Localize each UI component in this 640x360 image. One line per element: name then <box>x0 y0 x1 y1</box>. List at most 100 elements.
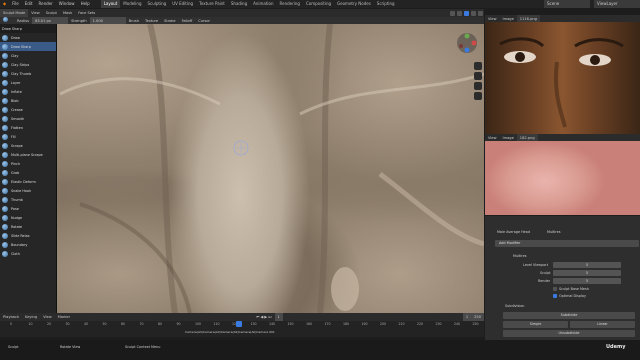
menu-view-timeline[interactable]: View <box>40 313 55 321</box>
marker[interactable]: Camera(All) <box>185 330 203 334</box>
brush-label: Cloth <box>11 251 20 256</box>
sculpt-base-mesh-checkbox[interactable] <box>553 287 557 291</box>
tab-scripting[interactable]: Scripting <box>374 0 398 8</box>
brush-icon <box>2 61 8 68</box>
render-level-field[interactable]: 5 <box>553 278 621 284</box>
scene-selector[interactable]: Scene <box>544 0 590 8</box>
brush-item[interactable]: Clay <box>0 51 56 60</box>
brush-icon <box>2 178 8 185</box>
timeline-tick: 190 <box>361 322 368 326</box>
subdivision-section[interactable]: Subdivision <box>505 304 524 308</box>
pan-hand-icon[interactable] <box>474 72 482 80</box>
shading-rendered-icon[interactable] <box>478 10 483 16</box>
brush-label: Crease <box>11 107 23 112</box>
brush-label: Flatten <box>11 125 23 130</box>
brush-item[interactable]: Flatten <box>0 123 56 132</box>
brush-item[interactable]: Slide Relax <box>0 231 56 240</box>
zoom-icon[interactable] <box>474 62 482 70</box>
menu-help[interactable]: Help <box>78 0 93 8</box>
grid-icon[interactable] <box>474 92 482 100</box>
simple-button[interactable]: Simple <box>503 321 568 328</box>
marker[interactable]: Camera(All) <box>239 330 257 334</box>
current-frame-field[interactable]: 1 <box>274 313 283 321</box>
tab-layout[interactable]: Layout <box>100 0 121 8</box>
brush-item[interactable]: Pinch <box>0 159 56 168</box>
end-frame-field[interactable]: 250 <box>471 313 484 321</box>
tab-uv-editing[interactable]: UV Editing <box>169 0 196 8</box>
timeline-tick: 150 <box>287 322 294 326</box>
brush-item[interactable]: Nudge <box>0 213 56 222</box>
level-viewport-field[interactable]: 5 <box>553 262 621 268</box>
brush-item[interactable]: Scrape <box>0 141 56 150</box>
timeline-area[interactable]: 0102030405060708090100110120130140150160… <box>0 321 484 337</box>
unsubdivide-button[interactable]: Unsubdivide <box>503 330 635 337</box>
menu-render[interactable]: Render <box>36 0 56 8</box>
brush-item[interactable]: Pose <box>0 204 56 213</box>
menu-file[interactable]: File <box>9 0 22 8</box>
menu-marker[interactable]: Marker <box>55 313 73 321</box>
tab-rendering[interactable]: Rendering <box>277 0 303 8</box>
overlay-icon[interactable] <box>450 10 455 16</box>
brush-item[interactable]: Cloth <box>0 249 56 258</box>
properties-panel: Male Average Head Multires Add Modifier … <box>485 216 640 340</box>
brush-item[interactable]: Layer <box>0 78 56 87</box>
brush-item[interactable]: Rotate <box>0 222 56 231</box>
blender-logo-icon[interactable]: ◆ <box>0 0 9 8</box>
marker[interactable]: Camera(All) <box>221 330 239 334</box>
marker[interactable]: Camera(All) <box>203 330 221 334</box>
brush-item[interactable]: Grab <box>0 168 56 177</box>
modifier-breadcrumb: Multires <box>547 230 561 234</box>
brush-item[interactable]: Clay Strips <box>0 60 56 69</box>
tab-shading[interactable]: Shading <box>228 0 250 8</box>
sculpt-level-field[interactable]: 5 <box>553 270 621 276</box>
subdivide-button[interactable]: Subdivide <box>503 312 635 319</box>
tab-texture-paint[interactable]: Texture Paint <box>196 0 228 8</box>
tab-compositing[interactable]: Compositing <box>303 0 334 8</box>
linear-button[interactable]: Linear <box>570 321 635 328</box>
timeline-tick: 200 <box>380 322 387 326</box>
3d-viewport[interactable] <box>0 24 484 314</box>
modifier-name[interactable]: Multires <box>513 254 526 258</box>
brush-item[interactable]: Blob <box>0 96 56 105</box>
menu-window[interactable]: Window <box>56 0 78 8</box>
start-frame-field[interactable]: 1 <box>462 313 472 321</box>
brush-item[interactable]: Clay Thumb <box>0 69 56 78</box>
tab-animation[interactable]: Animation <box>250 0 276 8</box>
view-layer-selector[interactable]: ViewLayer <box>594 0 640 8</box>
tab-sculpting[interactable]: Sculpting <box>145 0 170 8</box>
brush-item[interactable]: Fill <box>0 132 56 141</box>
brush-item[interactable]: Inflate <box>0 87 56 96</box>
camera-icon[interactable] <box>474 82 482 90</box>
brush-item[interactable]: Snake Hook <box>0 186 56 195</box>
brush-item[interactable]: Boundary <box>0 240 56 249</box>
brush-item[interactable]: Crease <box>0 105 56 114</box>
tab-modeling[interactable]: Modeling <box>120 0 144 8</box>
xray-icon[interactable] <box>457 10 462 16</box>
reference-image-eyes[interactable] <box>485 22 640 134</box>
playhead[interactable] <box>236 321 242 327</box>
marker[interactable]: Camera 001 <box>256 330 274 334</box>
brush-item[interactable]: Elastic Deform <box>0 177 56 186</box>
brush-item[interactable]: Draw <box>0 33 56 42</box>
timeline-tick: 210 <box>398 322 405 326</box>
brush-icon <box>2 151 8 158</box>
brush-item[interactable]: Multi-plane Scrape <box>0 150 56 159</box>
navigation-gizmo[interactable] <box>456 32 478 54</box>
brush-item[interactable]: Draw Sharp <box>0 42 56 51</box>
shading-material-icon[interactable] <box>471 10 476 16</box>
shading-solid-icon[interactable] <box>464 10 469 16</box>
menu-edit[interactable]: Edit <box>22 0 36 8</box>
menu-keying[interactable]: Keying <box>22 313 40 321</box>
add-modifier-button[interactable]: Add Modifier <box>495 240 639 247</box>
play-controls[interactable]: ⏮ ◀ ▶ ⏭ <box>253 313 274 321</box>
timeline-tick: 230 <box>435 322 442 326</box>
brush-item[interactable]: Smooth <box>0 114 56 123</box>
tab-geometry-nodes[interactable]: Geometry Nodes <box>334 0 374 8</box>
reference-image-skin[interactable] <box>485 141 640 215</box>
menu-playback[interactable]: Playback <box>0 313 22 321</box>
brush-item[interactable]: Thumb <box>0 195 56 204</box>
object-name: Male Average Head <box>497 230 530 234</box>
render-label: Render <box>538 279 551 283</box>
timeline-tick: 130 <box>250 322 257 326</box>
optimal-display-checkbox[interactable] <box>553 294 557 298</box>
